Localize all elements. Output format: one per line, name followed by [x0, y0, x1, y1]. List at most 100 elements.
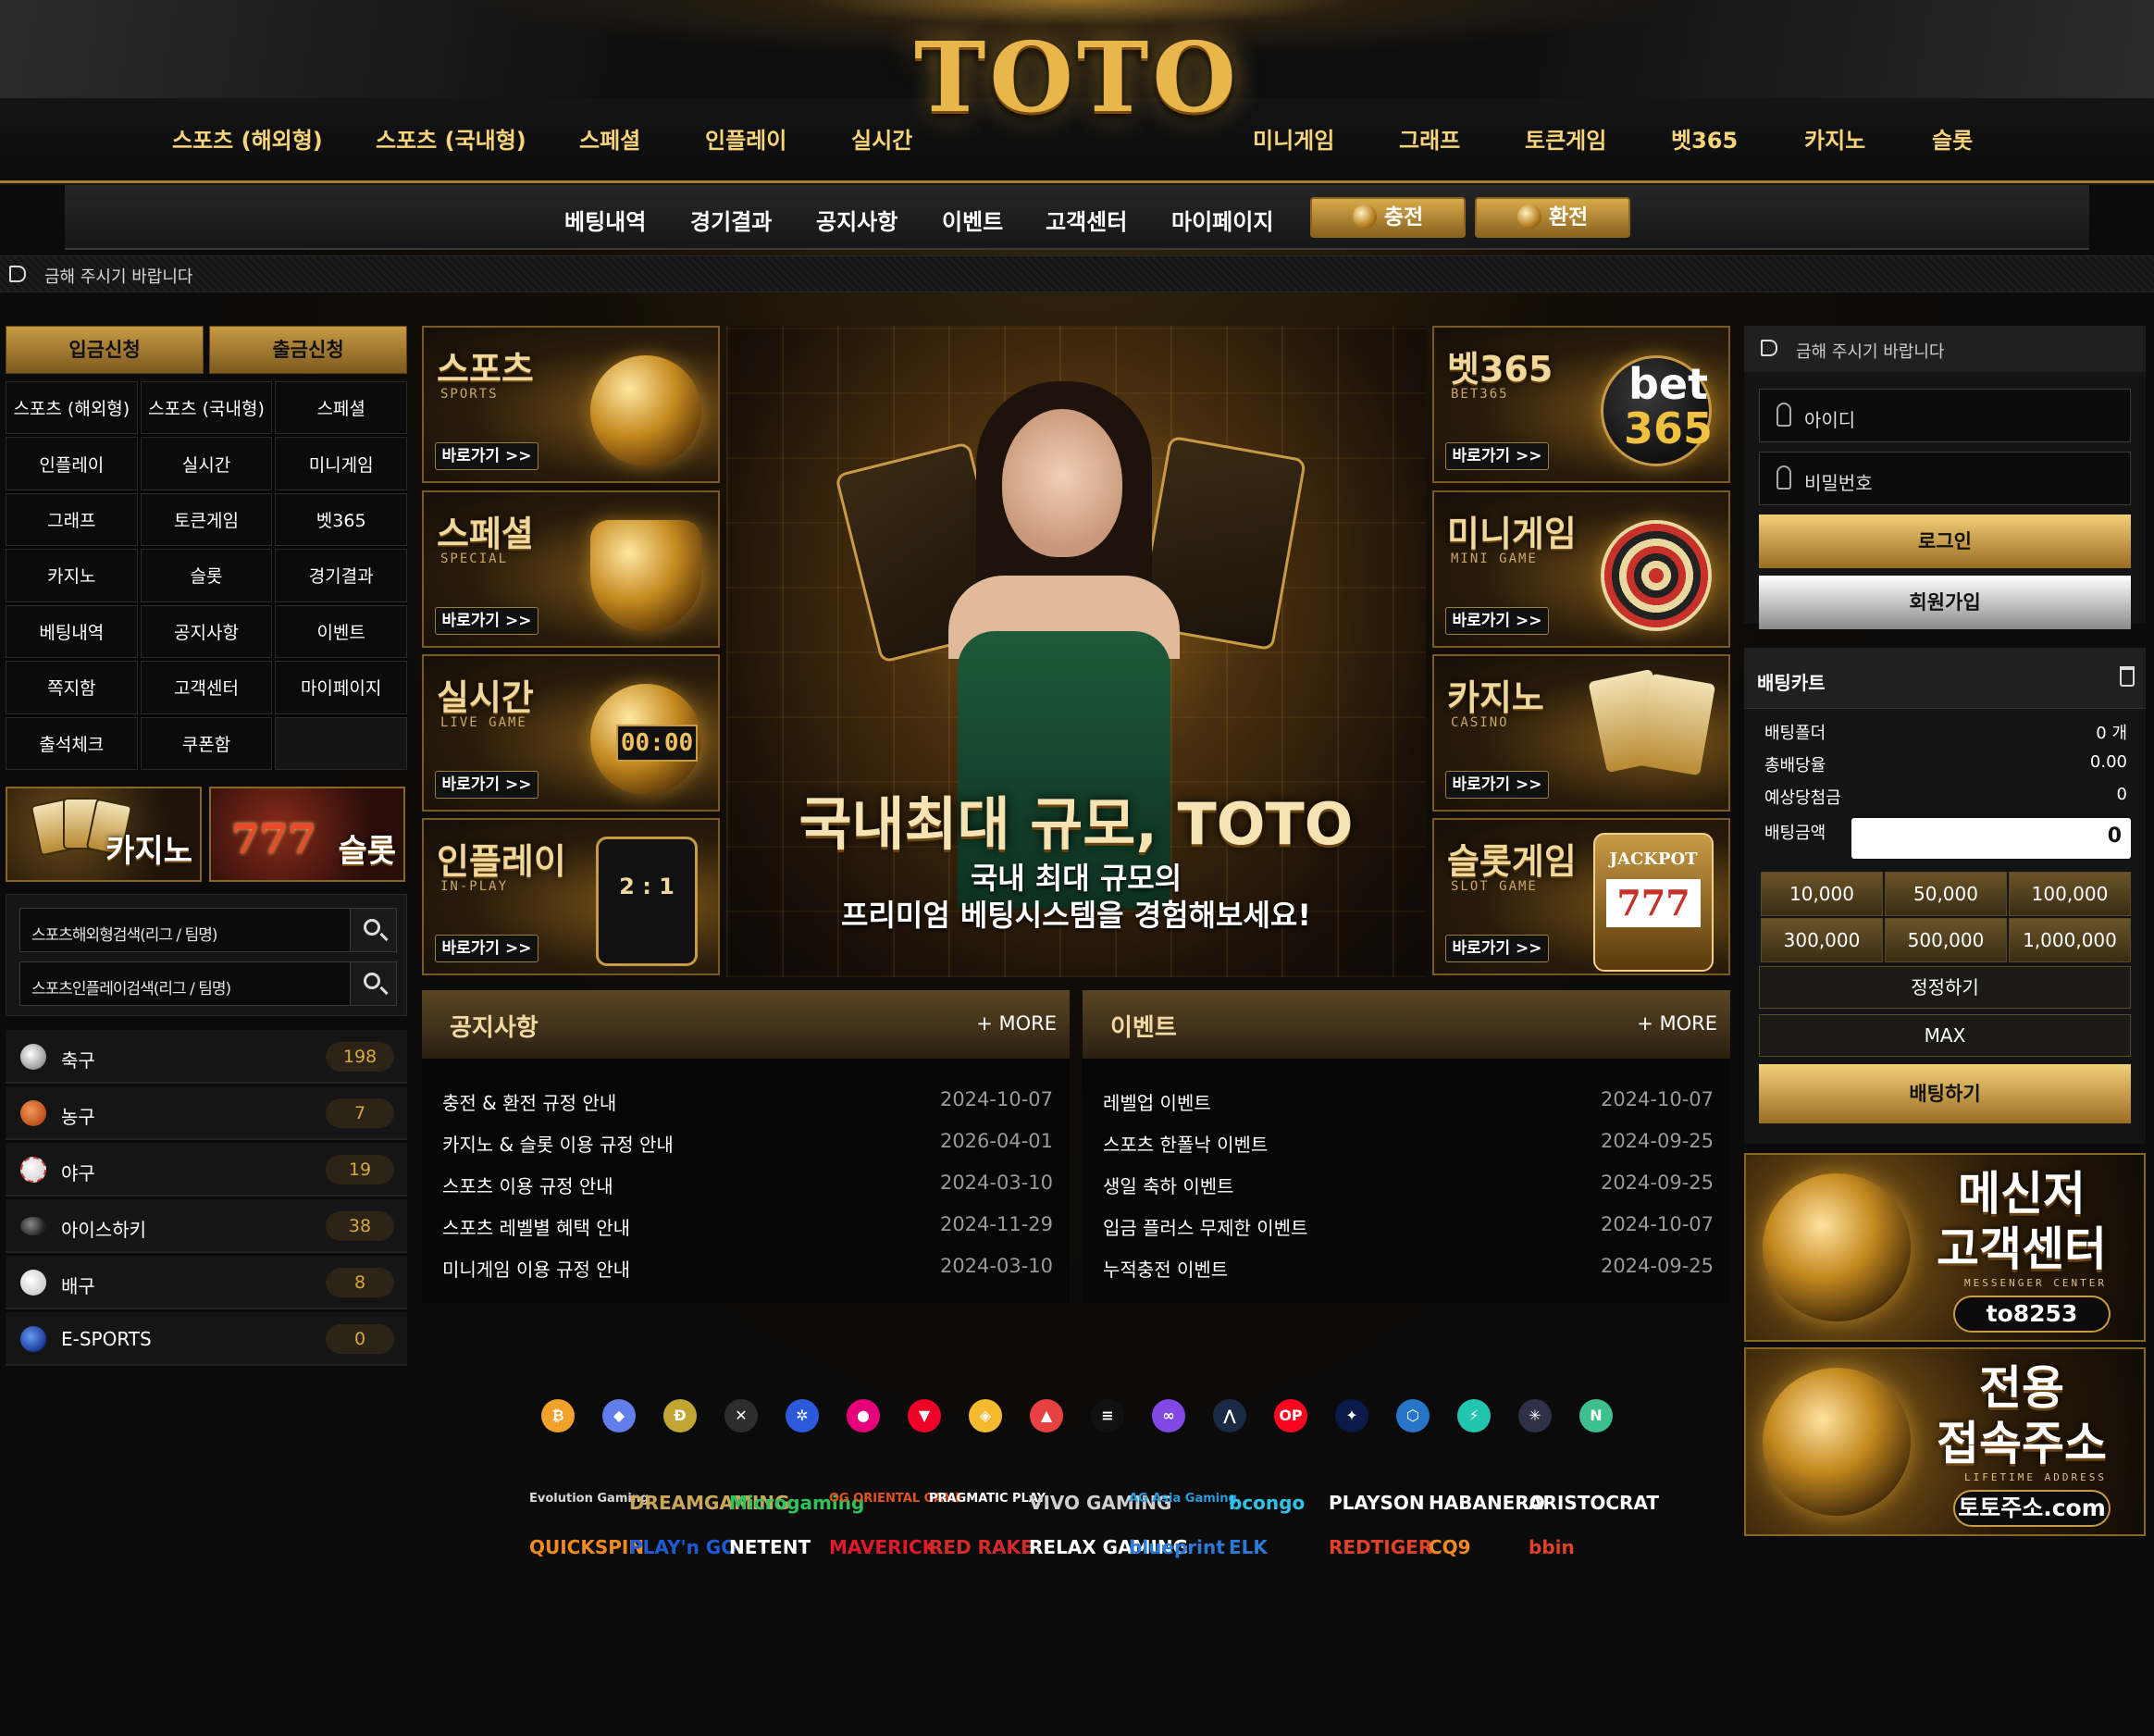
- menu-item[interactable]: 카지노: [6, 549, 138, 602]
- menu-item[interactable]: 공지사항: [140, 604, 273, 659]
- tile-bet365[interactable]: bet 365 벳365 BET365 바로가기 >>: [1432, 326, 1730, 483]
- nav-notice[interactable]: 공지사항: [816, 204, 898, 236]
- nav-live[interactable]: 실시간: [851, 122, 912, 155]
- event-row[interactable]: 누적충전 이벤트 2024-09-25: [1103, 1255, 1714, 1283]
- nav-slot[interactable]: 슬롯: [1932, 122, 1973, 155]
- menu-item[interactable]: 스포츠 (해외형): [6, 381, 138, 435]
- go-button[interactable]: 바로가기 >>: [1445, 935, 1549, 962]
- signup-button[interactable]: 회원가입: [1759, 576, 2131, 629]
- password-input[interactable]: 비밀번호: [1759, 452, 2131, 505]
- login-button[interactable]: 로그인: [1759, 515, 2131, 568]
- menu-item[interactable]: 고객센터: [140, 661, 273, 714]
- menu-item[interactable]: 이벤트: [275, 604, 407, 659]
- event-row[interactable]: 스포츠 한폴낙 이벤트 2024-09-25: [1103, 1130, 1714, 1158]
- menu-item[interactable]: 스페셜: [275, 381, 407, 435]
- event-more-link[interactable]: + MORE: [1637, 1012, 1717, 1035]
- tile-casino[interactable]: 카지노 CASINO 바로가기 >>: [1432, 654, 1730, 812]
- nav-casino[interactable]: 카지노: [1804, 122, 1865, 155]
- hero-banner[interactable]: 국내최대 규모, TOTO 국내 최대 규모의 프리미엄 베팅시스템을 경험해보…: [726, 326, 1426, 977]
- notice-row[interactable]: 스포츠 이용 규정 안내 2024-03-10: [442, 1172, 1053, 1199]
- go-button[interactable]: 바로가기 >>: [435, 771, 538, 799]
- sport-row-basketball[interactable]: 농구 7: [6, 1086, 407, 1140]
- slot-mini-banner[interactable]: 777 슬롯: [209, 787, 405, 882]
- bet-amount-input[interactable]: 0: [1851, 818, 2131, 859]
- nav-bet-history[interactable]: 베팅내역: [564, 204, 646, 236]
- menu-item[interactable]: 마이페이지: [275, 661, 407, 714]
- nav-sports-domestic[interactable]: 스포츠 (국내형): [376, 122, 526, 155]
- event-row[interactable]: 입금 플러스 무제한 이벤트 2024-10-07: [1103, 1213, 1714, 1241]
- notice-row[interactable]: 카지노 & 슬롯 이용 규정 안내 2026-04-01: [442, 1130, 1053, 1158]
- place-bet-button[interactable]: 배팅하기: [1759, 1064, 2131, 1123]
- exchange-button[interactable]: 환전: [1475, 197, 1630, 238]
- tile-minigame[interactable]: 미니게임 MINI GAME 바로가기 >>: [1432, 490, 1730, 648]
- tile-special[interactable]: 스페셜 SPECIAL 바로가기 >>: [422, 490, 720, 648]
- sport-row-baseball[interactable]: 야구 19: [6, 1143, 407, 1197]
- nav-token-game[interactable]: 토큰게임: [1525, 122, 1606, 155]
- sport-row-esports[interactable]: E-SPORTS 0: [6, 1312, 407, 1366]
- nav-customer-center[interactable]: 고객센터: [1046, 204, 1127, 236]
- nav-mypage[interactable]: 마이페이지: [1171, 204, 1273, 236]
- menu-item[interactable]: 미니게임: [275, 437, 407, 490]
- reset-button[interactable]: 정정하기: [1759, 966, 2131, 1009]
- sport-row-volleyball[interactable]: 배구 8: [6, 1256, 407, 1309]
- go-button[interactable]: 바로가기 >>: [435, 607, 538, 635]
- menu-item[interactable]: 실시간: [140, 437, 273, 490]
- menu-item[interactable]: 벳365: [275, 492, 407, 547]
- menu-item[interactable]: 베팅내역: [6, 604, 138, 659]
- go-button[interactable]: 바로가기 >>: [1445, 771, 1549, 799]
- site-logo[interactable]: TOTO: [892, 20, 1262, 134]
- amount-button[interactable]: 500,000: [1885, 918, 2007, 962]
- menu-item[interactable]: 인플레이: [6, 437, 138, 490]
- search-icon[interactable]: [350, 909, 396, 951]
- nav-graph[interactable]: 그래프: [1399, 122, 1460, 155]
- nav-sports-overseas[interactable]: 스포츠 (해외형): [172, 122, 323, 155]
- address-banner[interactable]: 전용 접속주소 LIFETIME ADDRESS 토토주소.com: [1744, 1347, 2146, 1536]
- notice-row[interactable]: 충전 & 환전 규정 안내 2024-10-07: [442, 1088, 1053, 1116]
- amount-button[interactable]: 300,000: [1761, 918, 1883, 962]
- casino-mini-banner[interactable]: 카지노: [6, 787, 202, 882]
- go-button[interactable]: 바로가기 >>: [435, 935, 538, 962]
- search-icon[interactable]: [350, 962, 396, 1005]
- go-button[interactable]: 바로가기 >>: [435, 442, 538, 470]
- nav-results[interactable]: 경기결과: [690, 204, 772, 236]
- go-button[interactable]: 바로가기 >>: [1445, 607, 1549, 635]
- messenger-center-banner[interactable]: 메신저 고객센터 MESSENGER CENTER to8253: [1744, 1153, 2146, 1342]
- menu-item[interactable]: 스포츠 (국내형): [140, 381, 273, 435]
- nav-event[interactable]: 이벤트: [942, 204, 1003, 236]
- search-overseas-input[interactable]: 스포츠해외형검색(리그 / 팀명): [19, 908, 397, 952]
- nav-special[interactable]: 스페셜: [579, 122, 640, 155]
- menu-item[interactable]: 출석체크: [6, 716, 138, 770]
- tile-sports[interactable]: 스포츠 SPORTS 바로가기 >>: [422, 326, 720, 483]
- amount-button[interactable]: 1,000,000: [2009, 918, 2131, 962]
- menu-item[interactable]: 토큰게임: [140, 492, 273, 547]
- notice-row[interactable]: 미니게임 이용 규정 안내 2024-03-10: [442, 1255, 1053, 1283]
- tile-inplay[interactable]: 2 : 1 인플레이 IN-PLAY 바로가기 >>: [422, 818, 720, 975]
- deposit-request-button[interactable]: 입금신청: [6, 326, 204, 374]
- search-inplay-input[interactable]: 스포츠인플레이검색(리그 / 팀명): [19, 961, 397, 1006]
- menu-item[interactable]: 경기결과: [275, 549, 407, 602]
- trash-icon[interactable]: [2120, 666, 2135, 687]
- nav-bet365[interactable]: 벳365: [1671, 122, 1738, 155]
- tile-slotgame[interactable]: JACKPOT 777 슬롯게임 SLOT GAME 바로가기 >>: [1432, 818, 1730, 975]
- event-row[interactable]: 레벨업 이벤트 2024-10-07: [1103, 1088, 1714, 1116]
- notice-more-link[interactable]: + MORE: [976, 1012, 1057, 1035]
- charge-button[interactable]: 충전: [1310, 197, 1466, 238]
- nav-inplay[interactable]: 인플레이: [705, 122, 786, 155]
- menu-item[interactable]: 슬롯: [140, 549, 273, 602]
- event-row[interactable]: 생일 축하 이벤트 2024-09-25: [1103, 1172, 1714, 1199]
- sport-row-soccer[interactable]: 축구 198: [6, 1030, 407, 1084]
- menu-item[interactable]: 쿠폰함: [140, 716, 273, 770]
- sport-row-icehockey[interactable]: 아이스하키 38: [6, 1199, 407, 1253]
- username-input[interactable]: 아이디: [1759, 389, 2131, 442]
- menu-item[interactable]: 쪽지함: [6, 661, 138, 714]
- notice-row[interactable]: 스포츠 레벨별 혜택 안내 2024-11-29: [442, 1213, 1053, 1241]
- withdraw-request-button[interactable]: 출금신청: [209, 326, 407, 374]
- go-button[interactable]: 바로가기 >>: [1445, 442, 1549, 470]
- menu-item[interactable]: 그래프: [6, 492, 138, 547]
- nav-minigame[interactable]: 미니게임: [1253, 122, 1334, 155]
- max-button[interactable]: MAX: [1759, 1014, 2131, 1057]
- tile-live[interactable]: 00:00 실시간 LIVE GAME 바로가기 >>: [422, 654, 720, 812]
- amount-button[interactable]: 100,000: [2009, 872, 2131, 916]
- amount-button[interactable]: 10,000: [1761, 872, 1883, 916]
- amount-button[interactable]: 50,000: [1885, 872, 2007, 916]
